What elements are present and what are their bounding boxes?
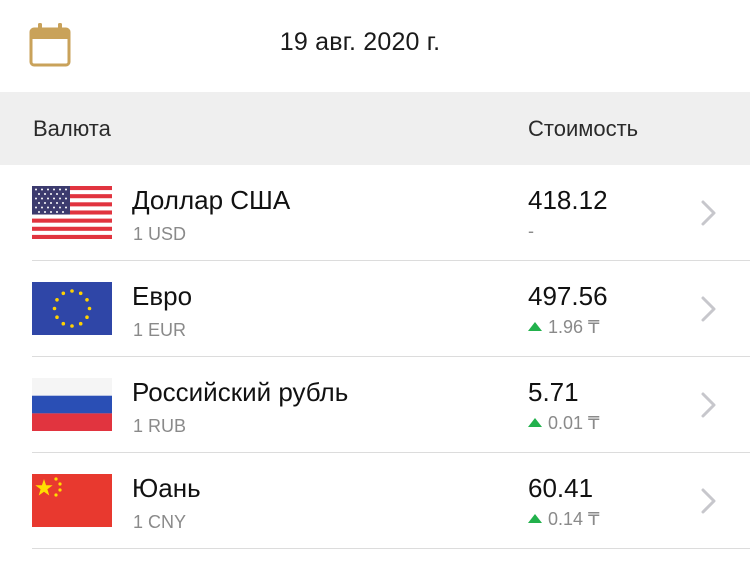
currency-change: 0.14 ₸ [528, 509, 600, 530]
row-divider [32, 548, 750, 549]
currency-change: - [528, 221, 534, 242]
change-text: 1.96 ₸ [548, 317, 600, 337]
currency-code: 1 CNY [133, 512, 187, 532]
ru-flag-icon [32, 378, 112, 431]
trend-up-icon [528, 514, 542, 523]
currency-value: 60.41 [528, 473, 594, 503]
change-text: - [528, 221, 534, 241]
chevron-right-icon [699, 391, 719, 419]
date-bar: 19 авг. 2020 г. [0, 0, 750, 92]
currency-change: 0.01 ₸ [528, 413, 600, 434]
currency-name: Российский рубль [132, 377, 349, 407]
currency-row-rub[interactable]: Российский рубль 1 RUB 5.71 0.01 ₸ [0, 357, 750, 453]
chevron-right-icon [699, 487, 719, 515]
currency-name: Евро [132, 281, 193, 311]
trend-up-icon [528, 418, 542, 427]
change-text: 0.14 ₸ [548, 509, 600, 529]
currency-name: Юань [132, 473, 201, 503]
currency-name: Доллар США [132, 185, 291, 215]
currency-column-label: Валюта [33, 116, 111, 141]
currency-value: 418.12 [528, 185, 608, 215]
currency-code: 1 RUB [133, 416, 187, 436]
cost-column-label: Стоимость [528, 116, 639, 141]
currency-value: 5.71 [528, 377, 579, 407]
currency-change: 1.96 ₸ [528, 317, 600, 338]
currency-row-usd[interactable]: Доллар США 1 USD 418.12 - [0, 165, 750, 261]
change-text: 0.01 ₸ [548, 413, 600, 433]
cn-flag-icon [32, 474, 112, 527]
trend-up-icon [528, 322, 542, 331]
calendar-icon[interactable] [29, 23, 71, 67]
date-selector[interactable]: 19 авг. 2020 г. [180, 28, 540, 57]
chevron-right-icon [699, 199, 719, 227]
currency-code: 1 EUR [133, 320, 187, 340]
currency-value: 497.56 [528, 281, 608, 311]
us-flag-icon [32, 186, 112, 239]
currency-row-eur[interactable]: Евро 1 EUR 497.56 1.96 ₸ [0, 261, 750, 357]
chevron-right-icon [699, 295, 719, 323]
column-header: Валюта Стоимость [0, 92, 750, 165]
currency-list: Доллар США 1 USD 418.12 - Евро 1 EUR 497… [0, 165, 750, 549]
eu-flag-icon [32, 282, 112, 335]
currency-code: 1 USD [133, 224, 187, 244]
currency-row-cny[interactable]: Юань 1 CNY 60.41 0.14 ₸ [0, 453, 750, 549]
